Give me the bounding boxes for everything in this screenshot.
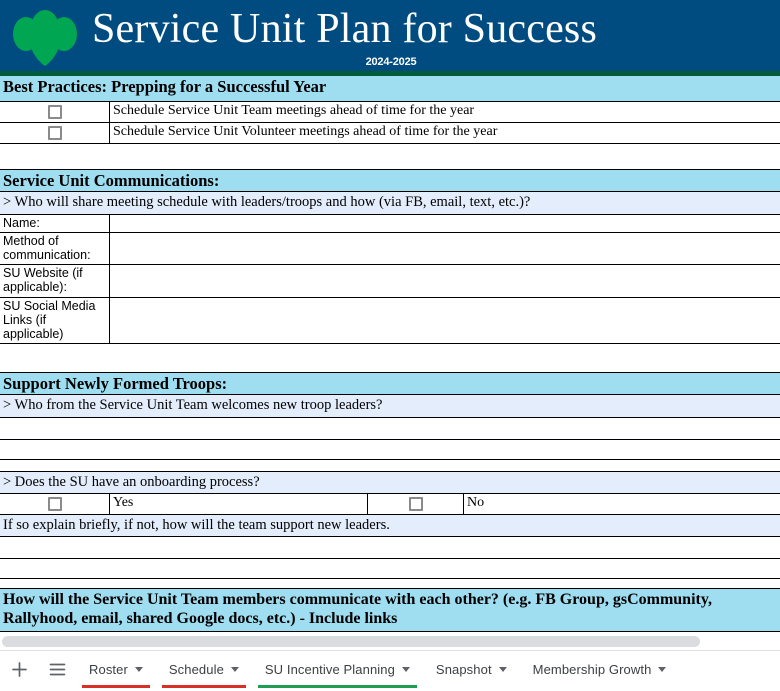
field-label-su-website: SU Website (if applicable):	[0, 265, 110, 297]
spacer-cell	[0, 344, 780, 372]
sheet-tab-underline	[82, 685, 150, 688]
sheet-tab-underline	[526, 685, 674, 688]
field-label-method-of-communication: Method of communication:	[0, 233, 110, 264]
sheet-grid: Best Practices: Prepping for a Successfu…	[0, 76, 780, 632]
prompt-row: > Does the SU have an onboarding process…	[0, 471, 780, 493]
add-sheet-button[interactable]	[0, 651, 38, 688]
plus-icon	[11, 662, 27, 677]
checkbox-schedule-volunteer-meetings[interactable]	[47, 125, 62, 140]
explain-support-prompt: If so explain briefly, if not, how will …	[0, 515, 780, 536]
team-communication-heading-line2: Rallyhood, email, shared Google docs, et…	[3, 610, 398, 627]
checkbox-cell[interactable]	[0, 494, 110, 514]
field-value-su-website[interactable]	[110, 265, 780, 297]
answer-row-continuation[interactable]	[0, 559, 780, 578]
sheet-tab-roster[interactable]: Roster	[76, 651, 156, 688]
sheet-tab-label: Roster	[89, 662, 128, 677]
prompt-row: If so explain briefly, if not, how will …	[0, 514, 780, 536]
spacer-cell	[0, 579, 780, 588]
checkbox-cell[interactable]	[368, 494, 464, 514]
checkbox-cell[interactable]	[0, 123, 110, 143]
table-row: Name:	[0, 214, 780, 232]
sheet-tab-su-incentive-planning[interactable]: SU Incentive Planning	[252, 651, 423, 688]
spreadsheet-document: Service Unit Plan for Success 2024-2025 …	[0, 0, 780, 691]
horizontal-scrollbar[interactable]	[0, 632, 780, 650]
options-row: Yes No	[0, 493, 780, 514]
checkbox-onboarding-yes[interactable]	[47, 496, 62, 511]
chevron-down-icon[interactable]	[230, 667, 239, 672]
field-value-name[interactable]	[110, 215, 780, 232]
table-row: SU Website (if applicable):	[0, 264, 780, 297]
document-banner: Service Unit Plan for Success 2024-2025	[0, 0, 780, 76]
team-communication-heading: How will the Service Unit Team members c…	[0, 589, 780, 631]
chevron-down-icon[interactable]	[658, 667, 667, 672]
support-new-troops-heading: Support Newly Formed Troops:	[0, 373, 780, 394]
prompt-row: > Who will share meeting schedule with l…	[0, 191, 780, 214]
table-row: Schedule Service Unit Volunteer meetings…	[0, 122, 780, 144]
support-new-troops-welcome-prompt: > Who from the Service Unit Team welcome…	[0, 395, 780, 417]
communications-prompt: > Who will share meeting schedule with l…	[0, 192, 780, 214]
document-subtitle-year: 2024-2025	[365, 56, 417, 68]
best-practices-item-label: Schedule Service Unit Team meetings ahea…	[110, 102, 780, 122]
option-label-yes: Yes	[110, 494, 368, 514]
answer-row[interactable]	[0, 439, 780, 460]
chevron-down-icon[interactable]	[134, 667, 143, 672]
best-practices-heading: Best Practices: Prepping for a Successfu…	[0, 76, 780, 101]
spacer-row	[0, 144, 780, 169]
chevron-down-icon[interactable]	[498, 667, 507, 672]
sheet-tab-label: Snapshot	[435, 662, 492, 677]
sheet-tab-underline	[257, 685, 417, 688]
sheet-tab-membership-growth[interactable]: Membership Growth	[520, 651, 680, 688]
section-header-row: Support Newly Formed Troops:	[0, 372, 780, 394]
table-row: Method of communication:	[0, 232, 780, 264]
document-title: Service Unit Plan for Success	[92, 6, 598, 52]
spacer-row	[0, 579, 780, 588]
spacer-cell	[0, 460, 780, 471]
field-value-method-of-communication[interactable]	[110, 233, 780, 264]
support-new-troops-welcome-answer[interactable]	[0, 418, 780, 439]
answer-row[interactable]	[0, 417, 780, 439]
spacer-row	[0, 460, 780, 471]
field-value-su-social-media-links[interactable]	[110, 298, 780, 343]
sheet-tab-bar: Roster Schedule SU Incentive Planning Sn…	[0, 650, 780, 688]
checkbox-cell[interactable]	[0, 102, 110, 122]
best-practices-item-label: Schedule Service Unit Volunteer meetings…	[110, 123, 780, 143]
chevron-down-icon[interactable]	[401, 667, 410, 672]
spacer-cell	[0, 144, 780, 169]
sheet-tab-snapshot[interactable]: Snapshot	[423, 651, 520, 688]
section-header-row: Best Practices: Prepping for a Successfu…	[0, 76, 780, 101]
field-label-su-social-media-links: SU Social Media Links (if applicable)	[0, 298, 110, 343]
horizontal-scrollbar-thumb[interactable]	[2, 636, 700, 647]
communications-heading: Service Unit Communications:	[0, 170, 780, 191]
girl-scouts-trefoil-logo	[12, 8, 78, 66]
section-header-row: How will the Service Unit Team members c…	[0, 588, 780, 632]
spacer-row	[0, 344, 780, 372]
answer-row[interactable]	[0, 558, 780, 579]
sheet-tab-underline	[161, 685, 246, 688]
answer-row-continuation[interactable]	[0, 440, 780, 459]
answer-row[interactable]	[0, 536, 780, 558]
sheet-tab-label: Membership Growth	[532, 662, 652, 677]
team-communication-heading-line1: How will the Service Unit Team members c…	[3, 591, 712, 608]
checkbox-schedule-team-meetings[interactable]	[47, 104, 62, 119]
checkbox-onboarding-no[interactable]	[408, 496, 423, 511]
all-sheets-button[interactable]	[38, 651, 76, 688]
sheet-tab-schedule[interactable]: Schedule	[156, 651, 252, 688]
table-row: SU Social Media Links (if applicable)	[0, 297, 780, 344]
sheet-tab-label: SU Incentive Planning	[264, 662, 395, 677]
explain-support-answer[interactable]	[0, 537, 780, 558]
field-label-name: Name:	[0, 215, 110, 232]
table-row: Schedule Service Unit Team meetings ahea…	[0, 101, 780, 122]
prompt-row: > Who from the Service Unit Team welcome…	[0, 394, 780, 417]
sheet-tab-label: Schedule	[168, 662, 224, 677]
onboarding-process-prompt: > Does the SU have an onboarding process…	[0, 472, 780, 493]
section-header-row: Service Unit Communications:	[0, 169, 780, 191]
hamburger-menu-icon	[49, 663, 65, 676]
sheet-tab-underline	[429, 685, 514, 688]
option-label-no: No	[464, 494, 780, 514]
